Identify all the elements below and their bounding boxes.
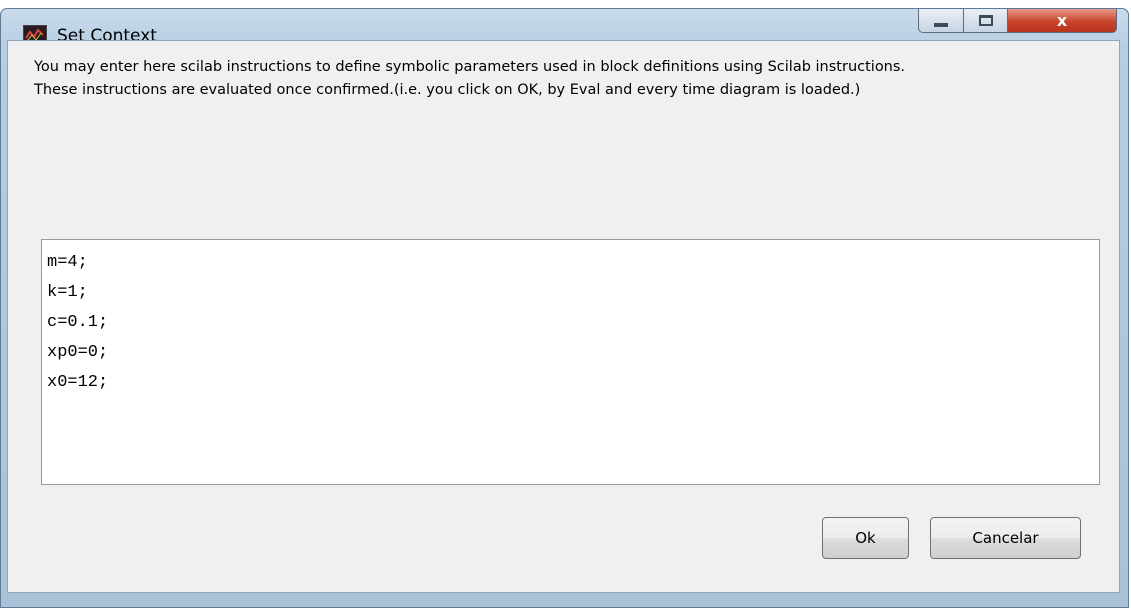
minimize-icon — [934, 22, 948, 27]
cancel-button[interactable]: Cancelar — [930, 517, 1081, 559]
maximize-button[interactable] — [963, 9, 1008, 33]
context-editor[interactable]: m=4; k=1; c=0.1; xp0=0; x0=12; — [41, 239, 1100, 485]
maximize-icon — [978, 15, 993, 26]
code-line: x0=12; — [47, 373, 109, 392]
close-icon: x — [1056, 11, 1068, 30]
code-line: xp0=0; — [47, 343, 109, 362]
instructions-line-1: You may enter here scilab instructions t… — [34, 59, 906, 75]
code-line: m=4; — [47, 253, 88, 272]
code-line: k=1; — [47, 283, 88, 302]
instructions-text: You may enter here scilab instructions t… — [34, 56, 1084, 102]
close-button[interactable]: x — [1007, 9, 1117, 33]
code-line: c=0.1; — [47, 313, 109, 332]
ok-button[interactable]: Ok — [822, 517, 909, 559]
instructions-line-2: These instructions are evaluated once co… — [34, 82, 861, 98]
minimize-button[interactable] — [918, 9, 964, 33]
